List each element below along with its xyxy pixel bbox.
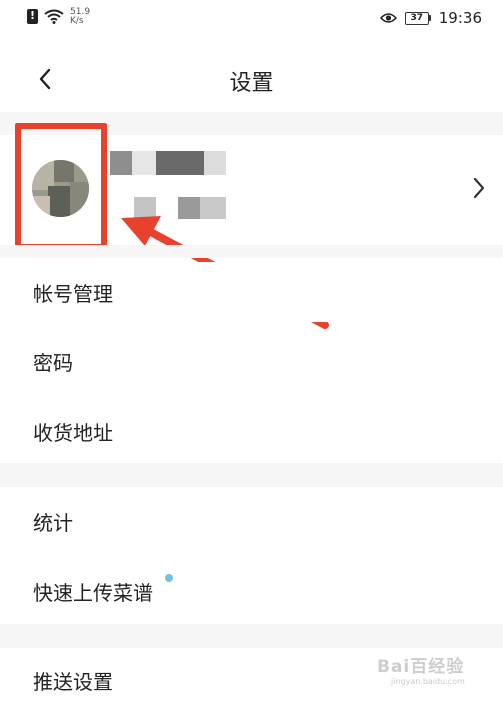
navigation-bar: 设置	[0, 50, 503, 108]
settings-screen: 51.9 K/s 37 19:36 设置	[0, 0, 503, 701]
network-speed: 51.9 K/s	[70, 8, 90, 26]
menu-account-management[interactable]: 帐号管理	[0, 262, 503, 322]
battery-tip	[428, 15, 431, 21]
watermark-site: jingyan.baidu.com	[391, 677, 465, 686]
watermark-brand: Bai百经验	[377, 657, 465, 677]
chevron-right-icon	[473, 177, 485, 199]
page-title: 设置	[229, 71, 274, 96]
battery-level: 37	[404, 11, 429, 25]
username-redacted	[110, 151, 230, 175]
new-badge-dot	[165, 574, 173, 582]
menu-label: 推送设置	[33, 670, 113, 694]
menu-label: 统计	[33, 511, 73, 535]
section-gap	[0, 463, 503, 487]
section-gap	[0, 624, 503, 648]
avatar-highlight-box	[15, 123, 107, 250]
eye-icon	[379, 13, 397, 23]
menu-quick-upload-recipe[interactable]: 快速上传菜谱	[0, 561, 503, 621]
menu-label: 收货地址	[33, 421, 113, 445]
battery-icon: 37	[404, 11, 431, 25]
wifi-icon	[44, 9, 64, 24]
watermark: Bai百经验 jingyan.baidu.com	[377, 652, 483, 696]
menu-label: 快速上传菜谱	[33, 581, 153, 605]
menu-label: 密码	[33, 351, 73, 375]
sim-alert-icon	[27, 8, 38, 24]
clock: 19:36	[438, 9, 482, 27]
menu-password[interactable]: 密码	[0, 331, 503, 391]
status-bar: 51.9 K/s 37 19:36	[0, 0, 503, 38]
section-gap	[0, 245, 503, 258]
menu-shipping-address[interactable]: 收货地址	[0, 401, 503, 461]
status-right: 37 19:36	[379, 9, 482, 27]
menu-statistics[interactable]: 统计	[0, 491, 503, 551]
network-speed-unit: K/s	[70, 16, 84, 26]
menu-label: 帐号管理	[33, 282, 113, 306]
status-left: 51.9 K/s	[27, 8, 90, 26]
